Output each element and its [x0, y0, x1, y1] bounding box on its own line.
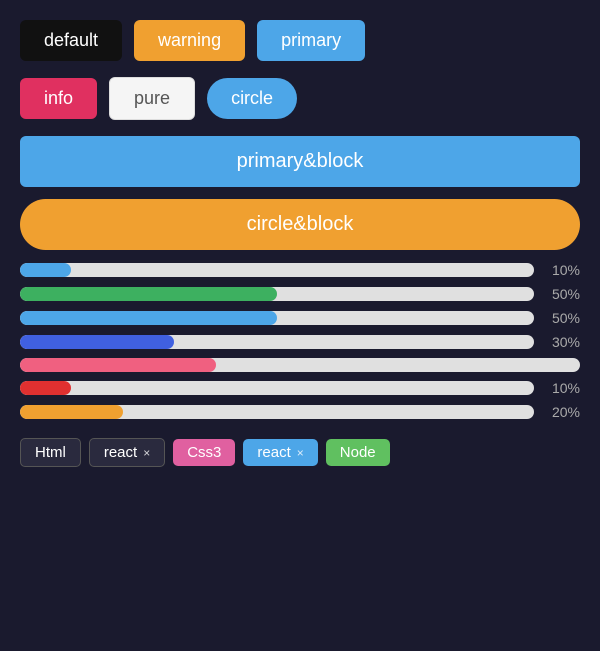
progress-row: 10% — [20, 380, 580, 396]
pure-button[interactable]: pure — [109, 77, 195, 120]
progress-fill — [20, 405, 123, 419]
progress-fill — [20, 335, 174, 349]
tag-node[interactable]: Node — [326, 439, 390, 466]
progress-label: 50% — [542, 286, 580, 302]
progress-fill — [20, 358, 216, 372]
circle-block-button[interactable]: circle&block — [20, 199, 580, 250]
tag-close-icon[interactable]: × — [143, 446, 150, 460]
progress-track — [20, 263, 534, 277]
primary-button[interactable]: primary — [257, 20, 365, 61]
default-button[interactable]: default — [20, 20, 122, 61]
progress-track — [20, 358, 580, 372]
tag-label: react — [104, 444, 137, 461]
primary-block-button[interactable]: primary&block — [20, 136, 580, 187]
progress-row: 50% — [20, 286, 580, 302]
warning-button[interactable]: warning — [134, 20, 245, 61]
progress-section: 10% 50% 50% 30% 10% 20% — [20, 262, 580, 420]
progress-fill — [20, 263, 71, 277]
progress-track — [20, 335, 534, 349]
progress-label: 30% — [542, 334, 580, 350]
progress-track — [20, 381, 534, 395]
progress-label: 10% — [542, 380, 580, 396]
tag-label: Node — [340, 444, 376, 461]
info-button[interactable]: info — [20, 78, 97, 119]
tag-react1[interactable]: react × — [89, 438, 165, 467]
progress-track — [20, 405, 534, 419]
tag-close-icon[interactable]: × — [297, 446, 304, 460]
tag-react2[interactable]: react × — [243, 439, 317, 466]
button-row-1: default warning primary — [20, 20, 580, 61]
button-row-2: info pure circle — [20, 77, 580, 120]
progress-fill — [20, 381, 71, 395]
progress-track — [20, 287, 534, 301]
progress-row: 50% — [20, 310, 580, 326]
progress-row — [20, 358, 580, 372]
progress-row: 20% — [20, 404, 580, 420]
tag-label: Css3 — [187, 444, 221, 461]
progress-label: 20% — [542, 404, 580, 420]
progress-row: 10% — [20, 262, 580, 278]
progress-label: 50% — [542, 310, 580, 326]
tag-label: react — [257, 444, 290, 461]
progress-fill — [20, 287, 277, 301]
progress-row: 30% — [20, 334, 580, 350]
tag-css3[interactable]: Css3 — [173, 439, 235, 466]
tag-label: Html — [35, 444, 66, 461]
tags-row: Html react × Css3 react × Node — [20, 438, 580, 467]
progress-track — [20, 311, 534, 325]
circle-button[interactable]: circle — [207, 78, 297, 119]
progress-label: 10% — [542, 262, 580, 278]
tag-html[interactable]: Html — [20, 438, 81, 467]
progress-fill — [20, 311, 277, 325]
